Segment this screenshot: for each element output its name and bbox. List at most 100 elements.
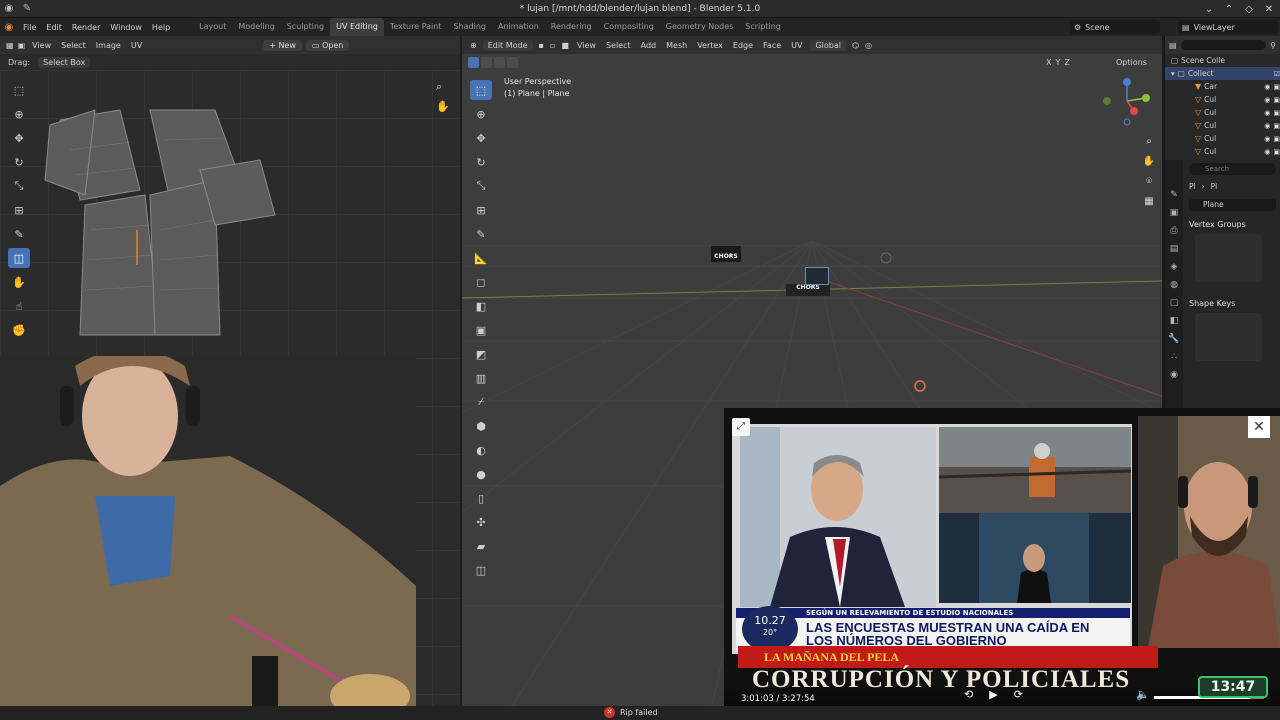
edge-select-icon[interactable]: ▫ bbox=[550, 41, 555, 50]
tab-geometry-nodes[interactable]: Geometry Nodes bbox=[660, 18, 739, 36]
transform-tool-icon[interactable]: ⊞ bbox=[8, 200, 30, 220]
vertex-select-icon[interactable]: ▪ bbox=[539, 41, 544, 50]
grab-tool-icon[interactable]: ✋ bbox=[8, 272, 30, 292]
vp-menu-edge[interactable]: Edge bbox=[731, 41, 755, 50]
vp-cursor-tool-icon[interactable]: ⊕ bbox=[470, 104, 492, 124]
decal-object-2[interactable]: CHORS bbox=[786, 284, 830, 296]
vp-menu-uv[interactable]: UV bbox=[789, 41, 804, 50]
mode-dropdown[interactable]: Edit Mode bbox=[482, 39, 533, 51]
properties-search[interactable]: Search bbox=[1189, 163, 1276, 175]
new-image-button[interactable]: + New bbox=[263, 39, 302, 51]
move-tool-icon[interactable]: ✥ bbox=[8, 128, 30, 148]
editor-type-icon[interactable]: ▦ bbox=[6, 41, 14, 50]
render-icon[interactable]: ▣ bbox=[1273, 122, 1280, 130]
vp-measure-tool-icon[interactable]: 📐 bbox=[470, 248, 492, 268]
vertex-groups-list[interactable] bbox=[1195, 234, 1262, 282]
chevron-up-icon[interactable]: ⌃ bbox=[1222, 4, 1236, 15]
tab-texture-paint[interactable]: Texture Paint bbox=[384, 18, 448, 36]
ortho-toggle-icon[interactable]: ▦ bbox=[1142, 196, 1156, 210]
outliner-row[interactable]: ▽ Cul ◉ ▣ bbox=[1165, 145, 1280, 158]
video-popup[interactable]: SEGÚN UN RELEVAMIENTO DE ESTUDIO NACIONA… bbox=[724, 408, 1280, 720]
pan-hand-icon[interactable]: ✋ bbox=[436, 100, 450, 113]
tab-compositing[interactable]: Compositing bbox=[598, 18, 660, 36]
menu-edit[interactable]: Edit bbox=[41, 23, 67, 32]
tab-layout[interactable]: Layout bbox=[193, 18, 232, 36]
outliner-row[interactable]: ▽ Cul ◉ ▣ bbox=[1165, 106, 1280, 119]
vp-rotate-tool-icon[interactable]: ↻ bbox=[470, 152, 492, 172]
vp-polybuild-tool-icon[interactable]: ⬢ bbox=[470, 416, 492, 436]
volume-icon[interactable]: 🔈 bbox=[1136, 688, 1150, 701]
vp-shear-tool-icon[interactable]: ▰ bbox=[470, 536, 492, 556]
plane-object[interactable] bbox=[805, 267, 829, 285]
maximize-icon[interactable]: ◇ bbox=[1242, 4, 1256, 15]
visibility-icon[interactable]: ◉ bbox=[1264, 83, 1270, 91]
proportional-icon[interactable]: ◎ bbox=[865, 41, 872, 50]
visibility-icon[interactable]: ◉ bbox=[1264, 122, 1270, 130]
vp-shrink-tool-icon[interactable]: ✣ bbox=[470, 512, 492, 532]
close-window-icon[interactable]: ✕ bbox=[1262, 4, 1276, 15]
vp-inset-tool-icon[interactable]: ▣ bbox=[470, 320, 492, 340]
vp-annotate-tool-icon[interactable]: ✎ bbox=[470, 224, 492, 244]
pan-view-icon[interactable]: ✋ bbox=[1142, 156, 1156, 170]
menu-file[interactable]: File bbox=[18, 23, 41, 32]
pinch-tool-icon[interactable]: ✊ bbox=[8, 320, 30, 340]
modifier-tab-icon[interactable]: 🔧 bbox=[1168, 334, 1179, 344]
select-new-icon[interactable] bbox=[468, 56, 479, 68]
uv-menu-view[interactable]: View bbox=[29, 41, 54, 50]
object-tab-icon[interactable]: ◧ bbox=[1170, 316, 1179, 326]
collection-tab-icon[interactable]: ▢ bbox=[1170, 298, 1179, 308]
world-tab-icon[interactable]: ◍ bbox=[1170, 280, 1178, 290]
shape-keys-list[interactable] bbox=[1195, 313, 1262, 361]
output-tab-icon[interactable]: ⎙ bbox=[1170, 226, 1177, 236]
select-mode-icon[interactable]: ▣ bbox=[18, 41, 26, 50]
open-image-button[interactable]: ▭ Open bbox=[305, 39, 350, 51]
physics-tab-icon[interactable]: ◉ bbox=[1170, 370, 1178, 380]
uv-menu-select[interactable]: Select bbox=[58, 41, 89, 50]
menu-window[interactable]: Window bbox=[105, 23, 147, 32]
vp-menu-face[interactable]: Face bbox=[761, 41, 783, 50]
outliner-row[interactable]: ▼ Car ◉ ▣ bbox=[1165, 80, 1280, 93]
tool-tab-icon[interactable]: ✎ bbox=[1170, 190, 1178, 200]
annotate-tool-icon[interactable]: ✎ bbox=[8, 224, 30, 244]
outliner-search[interactable] bbox=[1180, 40, 1267, 50]
outliner-display-icon[interactable]: ▤ bbox=[1169, 41, 1177, 50]
outliner-row[interactable]: ▽ Cul ◉ ▣ bbox=[1165, 93, 1280, 106]
collection-checkbox[interactable]: ☑ bbox=[1274, 70, 1280, 78]
uv-menu-image[interactable]: Image bbox=[93, 41, 124, 50]
vp-menu-vertex[interactable]: Vertex bbox=[695, 41, 725, 50]
tab-animation[interactable]: Animation bbox=[492, 18, 545, 36]
vp-smooth-tool-icon[interactable]: ● bbox=[470, 464, 492, 484]
render-icon[interactable]: ▣ bbox=[1273, 135, 1280, 143]
tab-modeling[interactable]: Modeling bbox=[232, 18, 280, 36]
shape-keys-panel-header[interactable]: Shape Keys bbox=[1185, 296, 1280, 311]
chevron-down-icon[interactable]: ⌄ bbox=[1202, 4, 1216, 15]
vp-transform-tool-icon[interactable]: ⊞ bbox=[470, 200, 492, 220]
vp-extrude-tool-icon[interactable]: ◧ bbox=[470, 296, 492, 316]
render-tab-icon[interactable]: ▣ bbox=[1170, 208, 1179, 218]
render-icon[interactable]: ▣ bbox=[1273, 148, 1280, 156]
outliner-row[interactable]: ▽ Cul ◉ ▣ bbox=[1165, 132, 1280, 145]
vp-edge-slide-tool-icon[interactable]: ▯ bbox=[470, 488, 492, 508]
visibility-icon[interactable]: ◉ bbox=[1264, 109, 1270, 117]
view-layer-tab-icon[interactable]: ▤ bbox=[1170, 244, 1179, 254]
camera-view-icon[interactable]: ⌾ bbox=[1142, 176, 1156, 190]
tab-uv-editing[interactable]: UV Editing bbox=[330, 18, 384, 36]
tab-sculpting[interactable]: Sculpting bbox=[281, 18, 330, 36]
play-icon[interactable]: ▶ bbox=[989, 688, 997, 701]
options-dropdown[interactable]: Options bbox=[1116, 58, 1147, 67]
close-popup-icon[interactable]: ✕ bbox=[1248, 416, 1270, 438]
view-layer-selector[interactable]: ▤ ViewLayer bbox=[1178, 20, 1278, 34]
vp-bevel-tool-icon[interactable]: ◩ bbox=[470, 344, 492, 364]
menu-help[interactable]: Help bbox=[147, 23, 175, 32]
particles-tab-icon[interactable]: ∴ bbox=[1171, 352, 1177, 362]
outliner-filter-icon[interactable]: ⚲ bbox=[1270, 41, 1276, 50]
drag-mode-dropdown[interactable]: Select Box bbox=[38, 56, 91, 68]
outliner-scene-collection[interactable]: ▢ Scene Colle bbox=[1165, 54, 1280, 67]
zoom-view-icon[interactable]: ⌕ bbox=[1142, 136, 1156, 150]
cursor-tool-icon[interactable]: ⊕ bbox=[8, 104, 30, 124]
scale-tool-icon[interactable]: ⤡ bbox=[8, 176, 30, 196]
vp-scale-tool-icon[interactable]: ⤡ bbox=[470, 176, 492, 196]
face-select-icon[interactable]: ■ bbox=[561, 41, 569, 50]
snap-icon[interactable]: ⌬ bbox=[852, 41, 859, 50]
rip-tool-icon[interactable]: ◫ bbox=[8, 248, 30, 268]
